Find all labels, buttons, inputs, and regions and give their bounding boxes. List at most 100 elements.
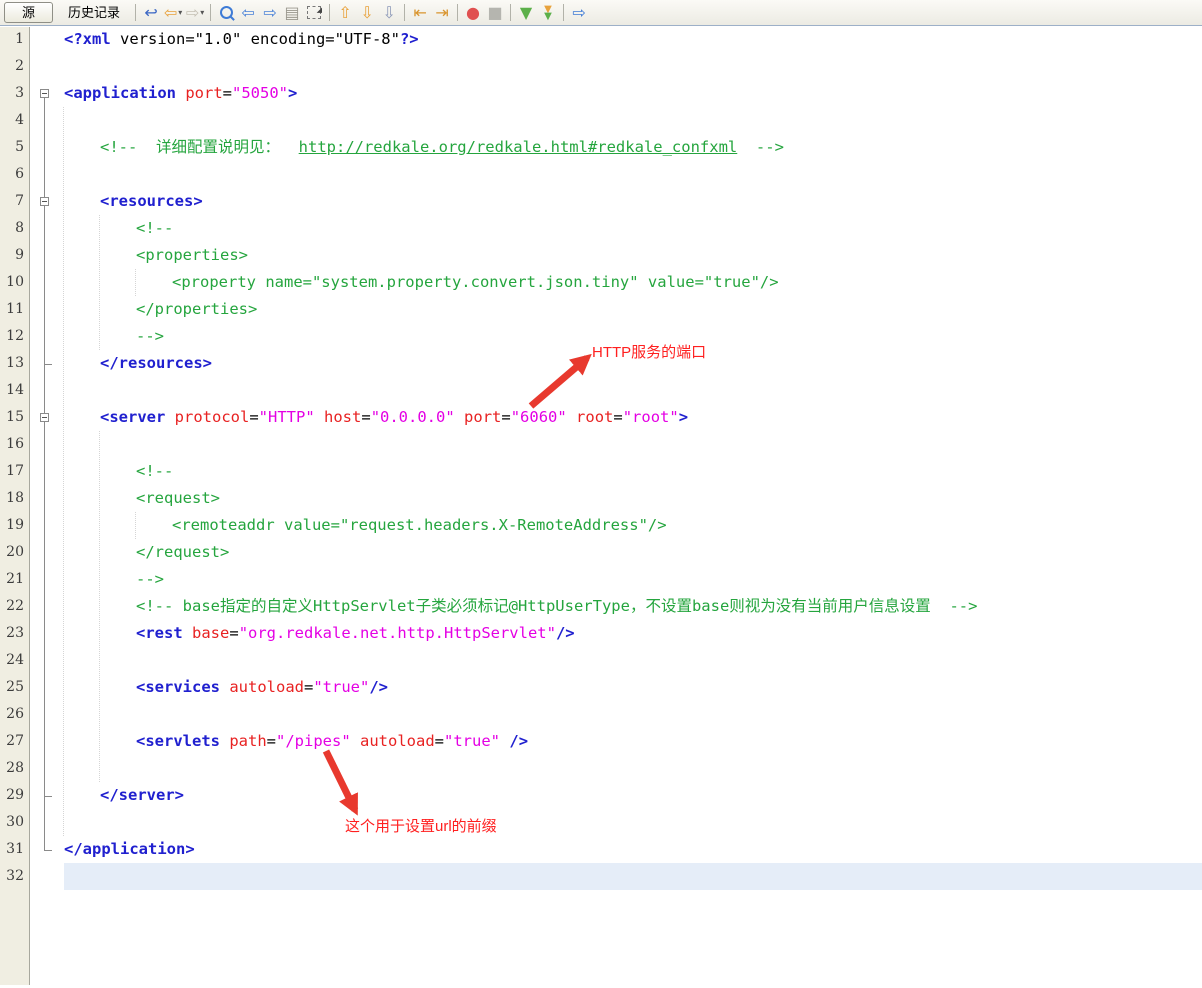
- icon-glyph: ⇨: [263, 2, 276, 24]
- code-segment: <remoteaddr value="request.headers.X-Rem…: [172, 516, 667, 534]
- tab-history[interactable]: 历史记录: [57, 2, 131, 23]
- fold-end-tick: [44, 850, 52, 851]
- line-number: 14: [6, 377, 24, 404]
- code-segment: <property name="system.property.convert.…: [172, 273, 779, 291]
- last-edit-location-icon[interactable]: ↩: [140, 2, 162, 24]
- code-segment: <server: [100, 408, 165, 426]
- line-number: 31: [6, 836, 24, 863]
- check-xml-icon[interactable]: ▼▼: [537, 2, 559, 24]
- code-segment: port: [464, 408, 501, 426]
- line-number: 16: [6, 431, 24, 458]
- code-line-31[interactable]: </application>: [64, 836, 195, 863]
- code-segment: <resources>: [100, 192, 203, 210]
- icon-glyph: ●: [466, 2, 480, 24]
- code-segment: -->: [136, 327, 164, 345]
- line-number: 29: [6, 782, 24, 809]
- code-segment: <rest: [136, 624, 183, 642]
- icon-glyph: ⇨: [572, 2, 585, 24]
- previous-bookmark-icon[interactable]: ⇧: [334, 2, 356, 24]
- code-line-27[interactable]: <servlets path="/pipes" autoload="true" …: [136, 728, 528, 755]
- toolbar-separator: [135, 4, 136, 21]
- code-segment: [176, 84, 185, 102]
- code-line-8[interactable]: <!--: [136, 215, 173, 242]
- validate-xml-icon[interactable]: ▼: [515, 2, 537, 24]
- indent-guide: [99, 215, 100, 350]
- icon-glyph: ⇨: [186, 2, 199, 24]
- code-line-22[interactable]: <!-- base指定的自定义HttpServlet子类必须标记@HttpUse…: [136, 593, 977, 620]
- line-number: 15: [6, 404, 24, 431]
- line-number-gutter: 1234567891011121314151617181920212223242…: [0, 27, 30, 985]
- line-number: 2: [15, 53, 24, 80]
- rectangular-selection-icon[interactable]: [303, 2, 325, 24]
- icon-glyph: ⇧: [338, 2, 351, 24]
- line-number: 21: [6, 566, 24, 593]
- code-line-7[interactable]: <resources>: [100, 188, 203, 215]
- find-selection-icon[interactable]: [215, 2, 237, 24]
- stop-macro-recording-icon[interactable]: ■: [484, 2, 506, 24]
- annotation-text-1: HTTP服务的端口: [592, 344, 706, 362]
- code-segment: <!--: [136, 219, 173, 237]
- jump-back-icon[interactable]: ⇦▾: [162, 2, 184, 24]
- indent-guide: [135, 512, 136, 539]
- code-segment: "root": [623, 408, 679, 426]
- tab-source[interactable]: 源: [4, 2, 53, 23]
- comment-hyperlink[interactable]: http://redkale.org/redkale.html#redkale_…: [299, 138, 738, 156]
- code-segment: />: [556, 624, 575, 642]
- next-bookmark-icon[interactable]: ⇩: [356, 2, 378, 24]
- toggle-bookmark-icon[interactable]: ⇩: [378, 2, 400, 24]
- code-line-13[interactable]: </resources>: [100, 350, 212, 377]
- toolbar-separator: [563, 4, 564, 21]
- dropdown-caret-icon[interactable]: ▾: [178, 2, 182, 24]
- code-segment: <!--: [136, 462, 173, 480]
- fold-collapse-box[interactable]: [40, 413, 49, 422]
- icon-glyph: ↩: [144, 2, 157, 24]
- code-line-23[interactable]: <rest base="org.redkale.net.http.HttpSer…: [136, 620, 575, 647]
- code-segment: path: [229, 732, 266, 750]
- shift-line-left-icon[interactable]: ⇤: [409, 2, 431, 24]
- code-line-9[interactable]: <properties>: [136, 242, 248, 269]
- line-number: 32: [6, 863, 24, 890]
- magnifier-glyph: [220, 6, 233, 19]
- line-number: 19: [6, 512, 24, 539]
- toggle-highlight-search-icon[interactable]: ▤: [281, 2, 303, 24]
- code-line-17[interactable]: <!--: [136, 458, 173, 485]
- shift-line-right-icon[interactable]: ⇥: [431, 2, 453, 24]
- jump-forward-icon[interactable]: ⇨▾: [184, 2, 206, 24]
- fold-collapse-box[interactable]: [40, 89, 49, 98]
- line-number: 18: [6, 485, 24, 512]
- code-segment: [567, 408, 576, 426]
- code-line-1[interactable]: <?xml version="1.0" encoding="UTF-8"?>: [64, 26, 419, 53]
- previous-occurrence-icon[interactable]: ⇦: [237, 2, 259, 24]
- line-number: 23: [6, 620, 24, 647]
- code-line-20[interactable]: </request>: [136, 539, 229, 566]
- line-number: 5: [15, 134, 24, 161]
- code-line-11[interactable]: </properties>: [136, 296, 257, 323]
- code-segment: <properties>: [136, 246, 248, 264]
- code-segment: =: [229, 624, 238, 642]
- fold-collapse-box[interactable]: [40, 197, 49, 206]
- code-segment: [351, 732, 360, 750]
- dropdown-caret-icon[interactable]: ▾: [200, 2, 204, 24]
- code-line-15[interactable]: <server protocol="HTTP" host="0.0.0.0" p…: [100, 404, 688, 431]
- code-segment: [220, 678, 229, 696]
- start-macro-recording-icon[interactable]: ●: [462, 2, 484, 24]
- code-line-21[interactable]: -->: [136, 566, 164, 593]
- code-line-25[interactable]: <services autoload="true"/>: [136, 674, 388, 701]
- fold-end-tick: [44, 796, 52, 797]
- code-segment: =: [361, 408, 370, 426]
- code-segment: [455, 408, 464, 426]
- code-segment: version="1.0" encoding="UTF-8": [111, 30, 400, 48]
- indent-guide: [135, 269, 136, 296]
- code-line-3[interactable]: <application port="5050">: [64, 80, 297, 107]
- code-line-5[interactable]: <!-- 详细配置说明见： http://redkale.org/redkale…: [100, 134, 784, 161]
- code-editor[interactable]: 1234567891011121314151617181920212223242…: [0, 27, 1202, 988]
- indent-guide: [63, 107, 64, 836]
- code-line-10[interactable]: <property name="system.property.convert.…: [172, 269, 779, 296]
- code-line-29[interactable]: </server>: [100, 782, 184, 809]
- code-line-18[interactable]: <request>: [136, 485, 220, 512]
- code-line-12[interactable]: -->: [136, 323, 164, 350]
- code-line-19[interactable]: <remoteaddr value="request.headers.X-Rem…: [172, 512, 667, 539]
- navigate-forward-icon[interactable]: ⇨: [568, 2, 590, 24]
- line-number: 26: [6, 701, 24, 728]
- next-occurrence-icon[interactable]: ⇨: [259, 2, 281, 24]
